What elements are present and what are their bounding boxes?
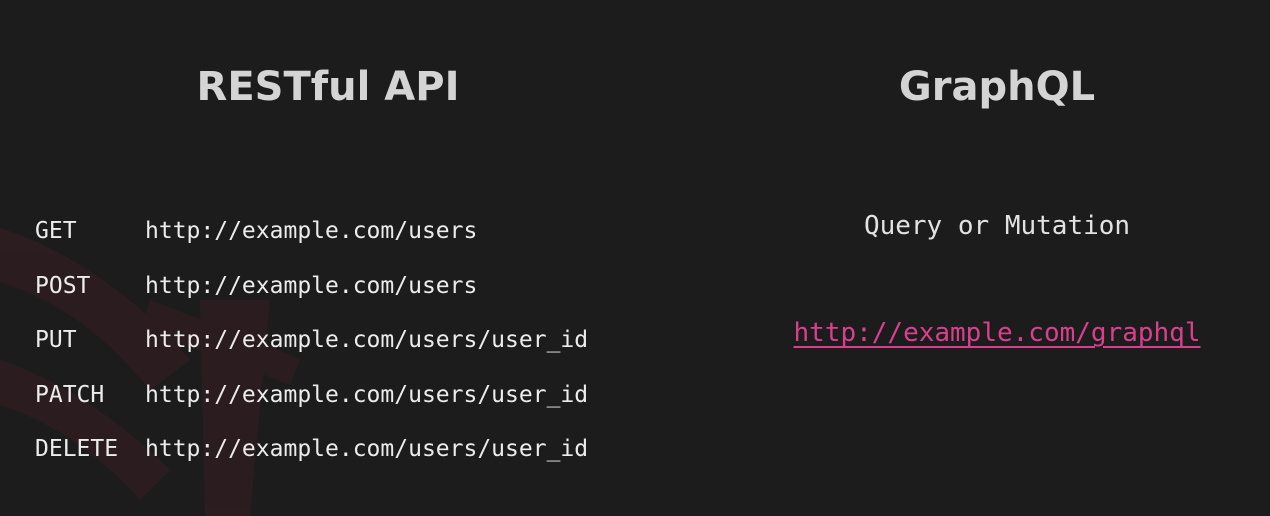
rest-endpoint-list: GET http://example.com/users POST http:/…: [35, 204, 588, 477]
method-label: DELETE: [35, 436, 119, 463]
endpoint-row-delete: DELETE http://example.com/users/user_id: [35, 422, 588, 477]
graphql-title: GraphQL: [898, 64, 1096, 110]
endpoint-url: http://example.com/users: [145, 272, 478, 299]
endpoint-url: http://example.com/users/user_id: [145, 327, 589, 354]
endpoint-url: http://example.com/users/user_id: [145, 381, 589, 408]
endpoint-row-get: GET http://example.com/users: [35, 204, 588, 259]
method-label: PATCH: [35, 381, 105, 408]
endpoint-row-post: POST http://example.com/users: [35, 259, 588, 314]
endpoint-url: http://example.com/users/user_id: [145, 436, 589, 463]
method-label: GET: [35, 218, 77, 245]
method-label: PUT: [35, 327, 77, 354]
rest-title: RESTful API: [196, 64, 460, 110]
endpoint-row-patch: PATCH http://example.com/users/user_id: [35, 368, 588, 423]
graphql-operation-label: Query or Mutation: [863, 211, 1131, 241]
endpoint-row-put: PUT http://example.com/users/user_id: [35, 313, 588, 368]
graphql-endpoint-link[interactable]: http://example.com/graphql: [794, 312, 1201, 354]
endpoint-url: http://example.com/users: [145, 218, 478, 245]
method-label: POST: [35, 272, 91, 299]
